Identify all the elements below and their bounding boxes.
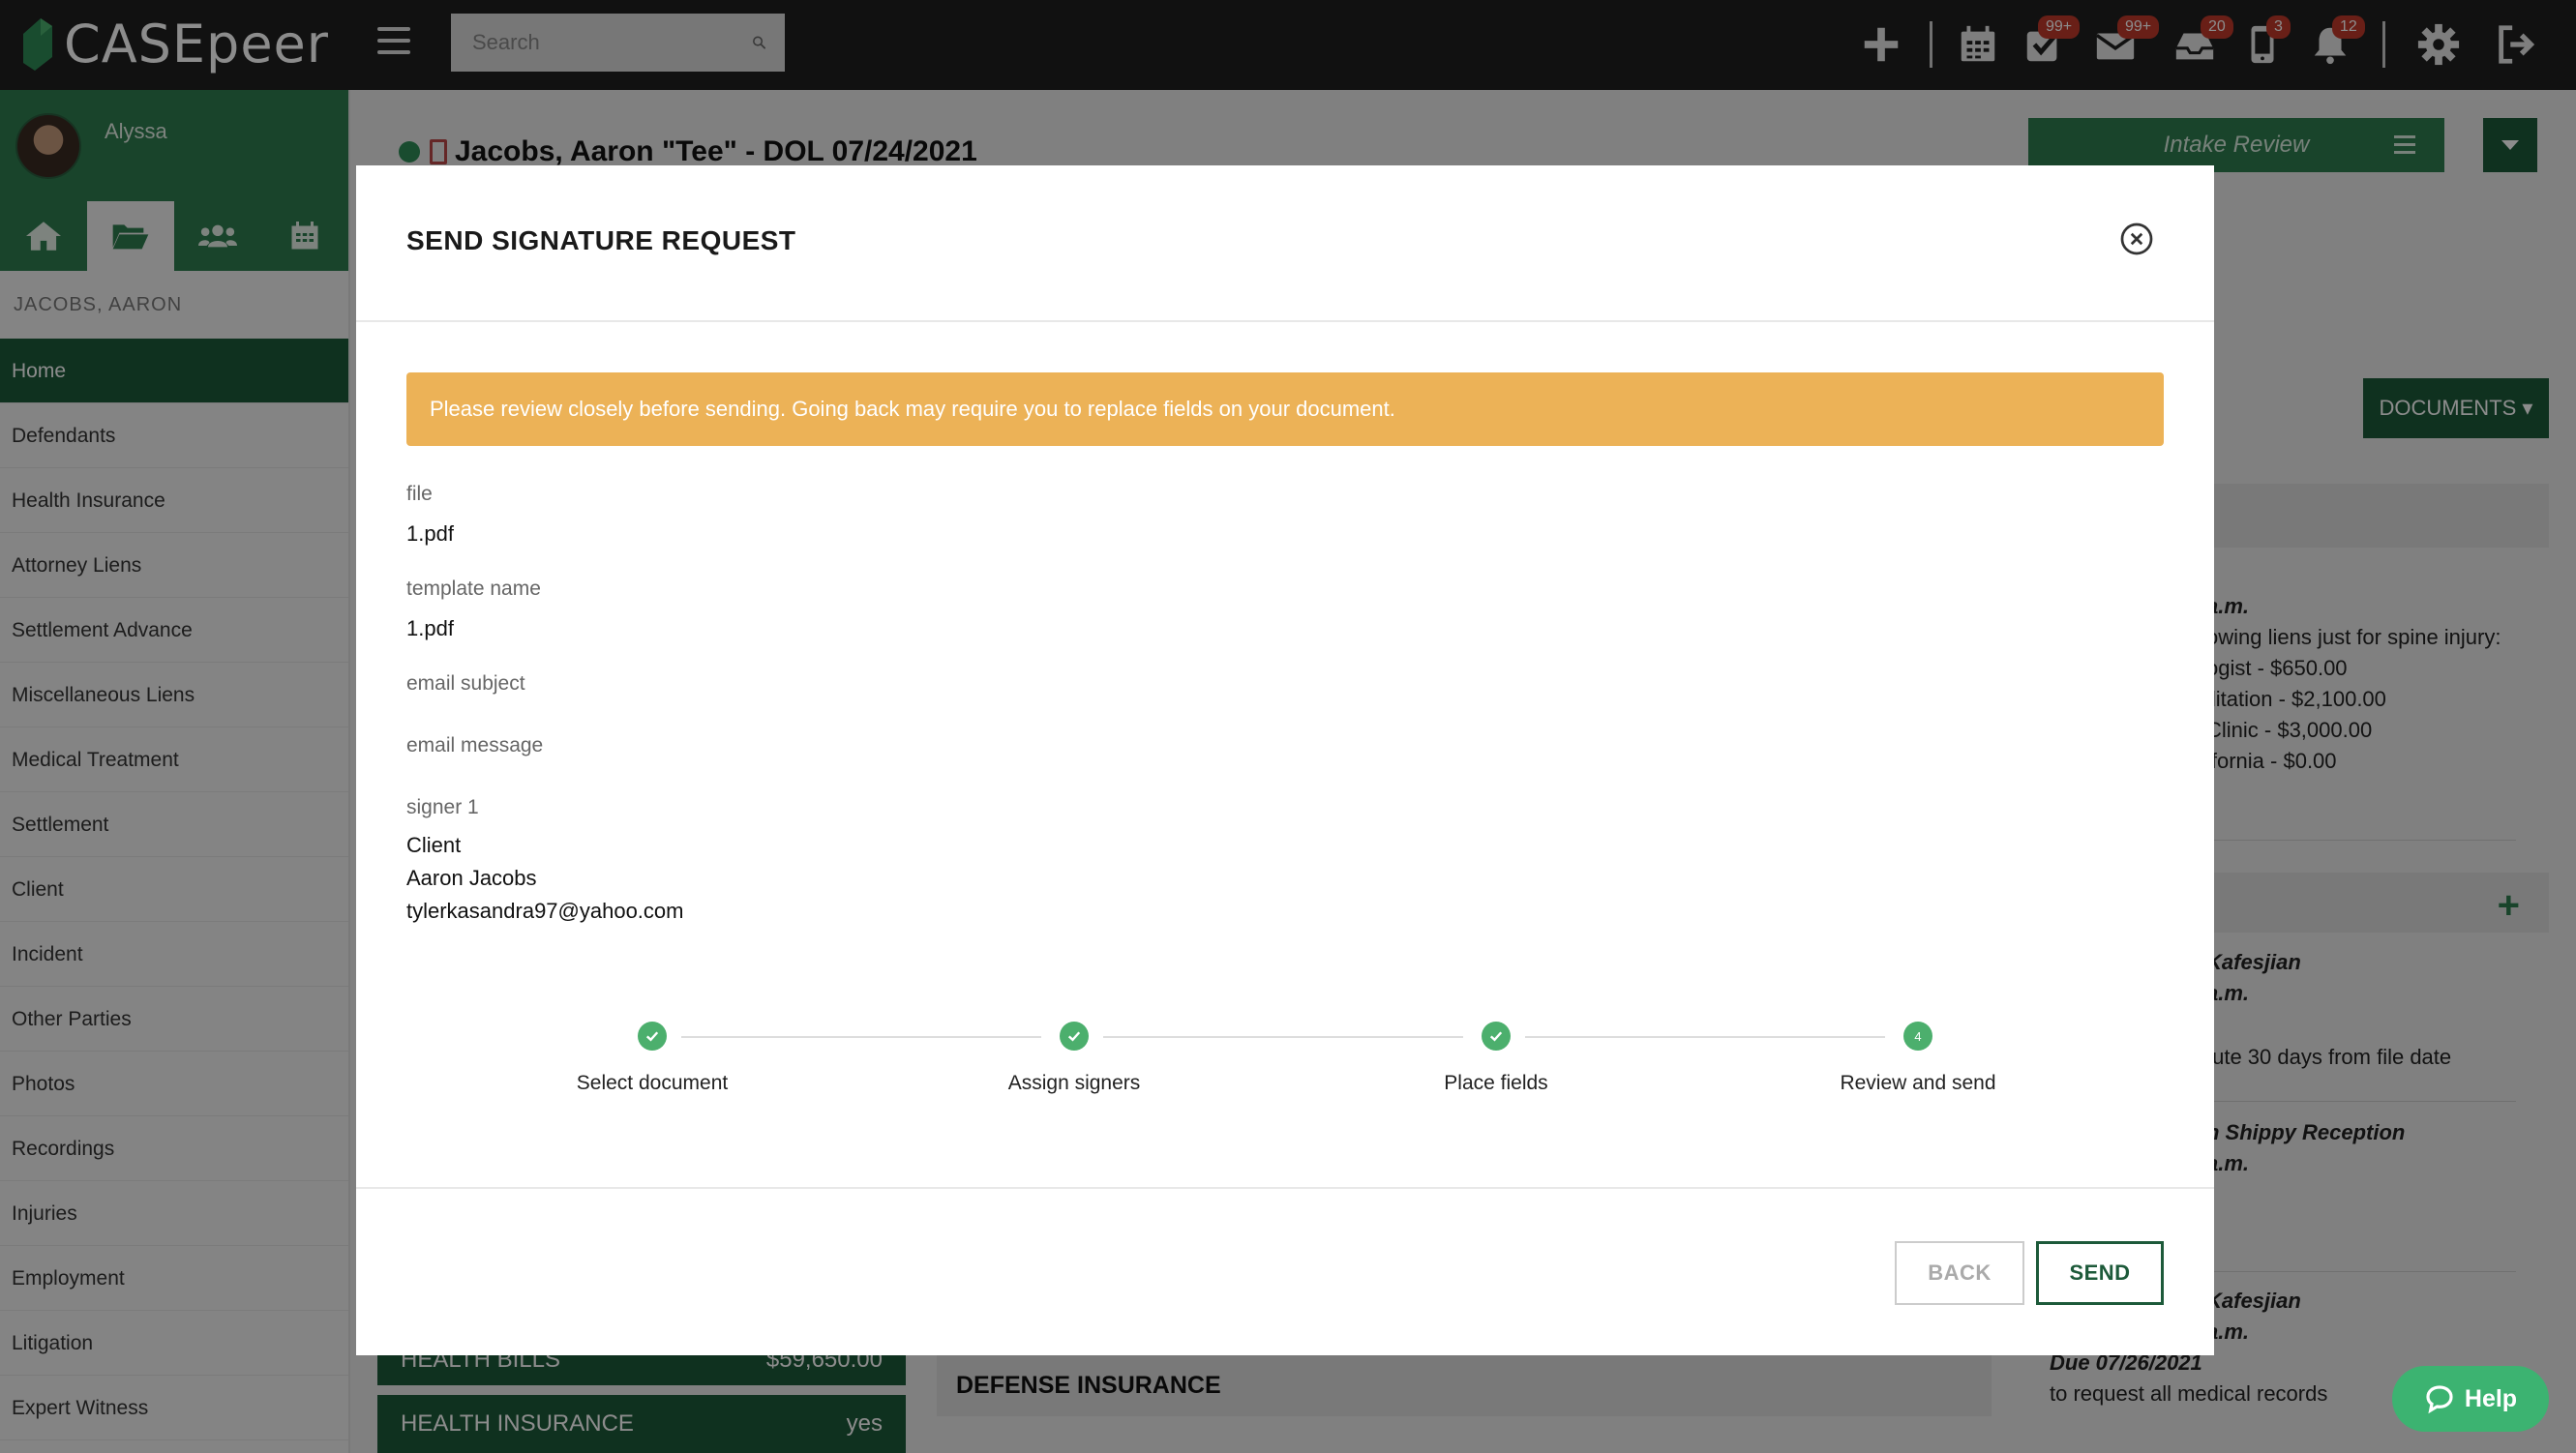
- file-label: file: [406, 483, 433, 505]
- template-name-value: 1.pdf: [406, 616, 454, 640]
- modal-footer-divider: [356, 1187, 2214, 1189]
- chat-bubble-icon: [2426, 1385, 2453, 1414]
- modal-title: SEND SIGNATURE REQUEST: [406, 225, 796, 255]
- step-label: Select document: [576, 1072, 729, 1094]
- step-complete-check-icon: [1060, 1022, 1089, 1051]
- step-label: Assign signers: [1007, 1072, 1141, 1094]
- signer-email: tylerkasandra97@yahoo.com: [406, 899, 684, 923]
- help-button[interactable]: Help: [2392, 1366, 2549, 1432]
- signer-name: Aaron Jacobs: [406, 866, 537, 890]
- signer-label: signer 1: [406, 796, 479, 818]
- step-number: 4: [1903, 1022, 1932, 1051]
- review-warning-banner: Please review closely before sending. Go…: [406, 372, 2164, 446]
- step-label: Place fields: [1444, 1072, 1548, 1094]
- send-signature-modal: SEND SIGNATURE REQUEST Please review clo…: [356, 165, 2214, 1355]
- modal-header-divider: [356, 320, 2214, 322]
- step-place-fields: Place fields: [1351, 1017, 1641, 1095]
- step-select-document: Select document: [507, 1017, 797, 1095]
- step-assign-signers: Assign signers: [929, 1017, 1219, 1095]
- progress-stepper: Select document Assign signers Place fie…: [406, 1017, 2164, 1113]
- send-button[interactable]: SEND: [2036, 1241, 2164, 1305]
- email-subject-label: email subject: [406, 672, 525, 695]
- email-message-label: email message: [406, 734, 544, 756]
- step-complete-check-icon: [1482, 1022, 1511, 1051]
- step-label: Review and send: [1840, 1072, 1996, 1094]
- template-name-label: template name: [406, 578, 541, 600]
- step-review-and-send: 4 Review and send: [1773, 1017, 2063, 1095]
- close-icon[interactable]: [2119, 222, 2154, 256]
- back-button[interactable]: BACK: [1895, 1241, 2024, 1305]
- signer-role: Client: [406, 833, 462, 857]
- file-value: 1.pdf: [406, 521, 454, 546]
- help-label: Help: [2464, 1384, 2518, 1412]
- step-complete-check-icon: [638, 1022, 667, 1051]
